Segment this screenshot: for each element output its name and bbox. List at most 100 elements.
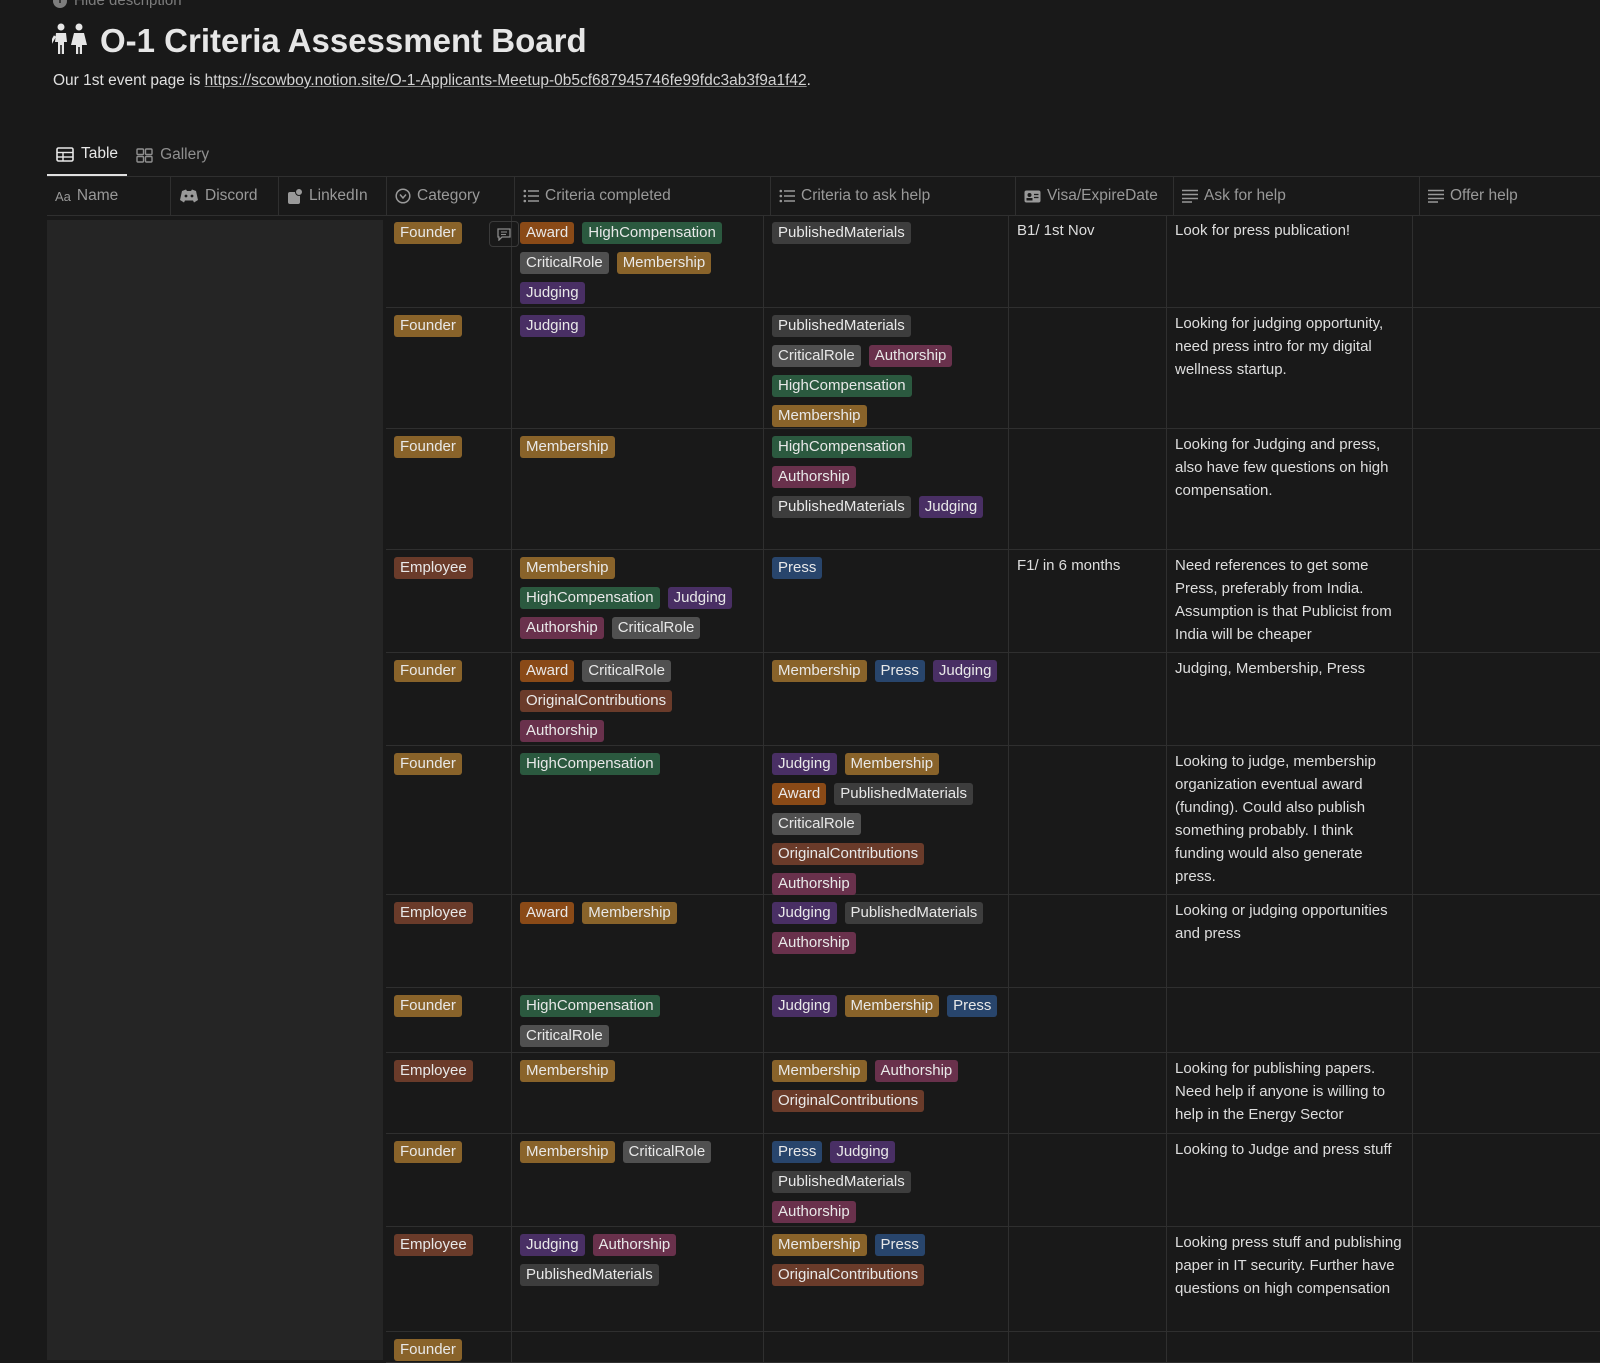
cell-ask-help[interactable]: Need references to get some Press, prefe…: [1167, 550, 1413, 652]
cell-completed[interactable]: Judging: [512, 308, 764, 428]
cell-completed[interactable]: HighCompensation: [512, 746, 764, 894]
cell-offer[interactable]: [1413, 1227, 1600, 1331]
cell-category[interactable]: Founder: [386, 746, 512, 894]
table-row[interactable]: Founder Membership HighCompensation Authors…: [386, 429, 1600, 550]
cell-ask-help[interactable]: [1167, 988, 1413, 1052]
cell-ask[interactable]: HighCompensation Authorship PublishedMater…: [764, 429, 1009, 549]
cell-completed[interactable]: HighCompensation CriticalRole: [512, 988, 764, 1052]
cell-ask[interactable]: Press: [764, 550, 1009, 652]
table-header: Aa Name Discord LinkedIn Category Criter…: [47, 176, 1600, 216]
table-row[interactable]: Founder Membership CriticalRole Press Judgin…: [386, 1134, 1600, 1227]
column-header-category[interactable]: Category: [387, 177, 515, 215]
cell-visa[interactable]: [1009, 653, 1167, 745]
cell-ask[interactable]: Membership Authorship OriginalContribution…: [764, 1053, 1009, 1133]
column-header-discord[interactable]: Discord: [171, 177, 279, 215]
cell-completed[interactable]: Membership HighCompensation Judging Authors…: [512, 550, 764, 652]
cell-completed[interactable]: Award Membership: [512, 895, 764, 987]
cell-ask[interactable]: Judging Membership Award PublishedMaterials…: [764, 746, 1009, 895]
cell-completed[interactable]: Award CriticalRole OriginalContributions Au…: [512, 653, 764, 745]
cell-visa[interactable]: F1/ in 6 months: [1009, 550, 1167, 652]
cell-offer[interactable]: [1413, 653, 1600, 745]
column-header-visa-expire-date[interactable]: Visa/ExpireDate: [1016, 177, 1174, 215]
column-header-linkedin[interactable]: LinkedIn: [279, 177, 387, 215]
cell-offer[interactable]: [1413, 1134, 1600, 1226]
cell-ask-help[interactable]: Looking for judging opportunity, need pr…: [1167, 308, 1413, 428]
cell-ask[interactable]: PublishedMaterials: [764, 215, 1009, 307]
cell-category[interactable]: Employee: [386, 895, 512, 987]
cell-visa[interactable]: [1009, 988, 1167, 1052]
hide-description-toggle[interactable]: i Hide description: [53, 0, 182, 9]
cell-offer[interactable]: [1413, 550, 1600, 652]
tag-membership: Membership: [772, 1234, 867, 1256]
cell-completed[interactable]: Membership: [512, 1053, 764, 1133]
cell-category[interactable]: Founder: [386, 988, 512, 1052]
cell-ask[interactable]: Membership Press Judging: [764, 653, 1009, 745]
cell-ask[interactable]: Press Judging PublishedMaterials Authorship: [764, 1134, 1009, 1226]
cell-offer[interactable]: [1413, 1053, 1600, 1133]
table-row[interactable]: Employee Award Membership Judging PublishedM…: [386, 895, 1600, 988]
cell-ask-help[interactable]: Looking to Judge and press stuff: [1167, 1134, 1413, 1226]
tab-gallery[interactable]: Gallery: [127, 137, 218, 176]
table-row[interactable]: Founder HighCompensation Judging Membership…: [386, 746, 1600, 895]
table-row[interactable]: Employee Judging Authorship PublishedMateri…: [386, 1227, 1600, 1332]
cell-ask-help[interactable]: Looking for publishing papers. Need help…: [1167, 1053, 1413, 1133]
cell-category[interactable]: Founder: [386, 1134, 512, 1226]
cell-completed[interactable]: [512, 1332, 764, 1362]
cell-completed[interactable]: Membership: [512, 429, 764, 549]
cell-offer[interactable]: [1413, 429, 1600, 549]
cell-completed[interactable]: Membership CriticalRole: [512, 1134, 764, 1226]
cell-category[interactable]: Founder: [386, 653, 512, 745]
table-row[interactable]: Founder Judging PublishedMaterials Critical…: [386, 308, 1600, 429]
cell-visa[interactable]: [1009, 895, 1167, 987]
cell-completed[interactable]: Award HighCompensation CriticalRole Members…: [512, 215, 764, 307]
cell-ask-help[interactable]: Looking or judging opportunities and pre…: [1167, 895, 1413, 987]
cell-ask-help[interactable]: Looking press stuff and publishing paper…: [1167, 1227, 1413, 1331]
column-header-ask-for-help[interactable]: Ask for help: [1174, 177, 1420, 215]
cell-visa[interactable]: [1009, 746, 1167, 894]
table-row[interactable]: Employee Membership HighCompensation Judgin…: [386, 550, 1600, 653]
cell-visa[interactable]: [1009, 1053, 1167, 1133]
cell-offer[interactable]: [1413, 988, 1600, 1052]
cell-visa[interactable]: [1009, 1332, 1167, 1362]
cell-category[interactable]: Employee: [386, 1227, 512, 1331]
column-header-criteria-completed[interactable]: Criteria completed: [515, 177, 771, 215]
cell-offer[interactable]: [1413, 1332, 1600, 1362]
column-header-criteria-to-ask-help[interactable]: Criteria to ask help: [771, 177, 1016, 215]
column-header-offer-help[interactable]: Offer help: [1420, 177, 1600, 215]
cell-ask-help[interactable]: Look for press publication!: [1167, 215, 1413, 307]
cell-category[interactable]: Founder: [386, 429, 512, 549]
cell-ask-help[interactable]: Judging, Membership, Press: [1167, 653, 1413, 745]
tag-publishedmaterials: PublishedMaterials: [772, 1171, 911, 1193]
cell-ask[interactable]: [764, 1332, 1009, 1362]
cell-ask[interactable]: PublishedMaterials CriticalRole Authorship…: [764, 308, 1009, 428]
cell-category[interactable]: Founder: [386, 1332, 512, 1362]
cell-category[interactable]: Founder: [386, 215, 519, 307]
cell-offer[interactable]: [1413, 746, 1600, 894]
cell-category[interactable]: Employee: [386, 550, 512, 652]
cell-visa[interactable]: [1009, 1227, 1167, 1331]
table-row[interactable]: Founder: [386, 1332, 1600, 1363]
cell-ask-help[interactable]: Looking for Judging and press, also have…: [1167, 429, 1413, 549]
cell-category[interactable]: Employee: [386, 1053, 512, 1133]
cell-ask[interactable]: Membership Press OriginalContributions: [764, 1227, 1009, 1331]
cell-offer[interactable]: [1413, 895, 1600, 987]
tab-table[interactable]: Table: [47, 137, 128, 176]
cell-ask[interactable]: Judging Membership Press: [764, 988, 1009, 1052]
cell-visa[interactable]: [1009, 429, 1167, 549]
cell-ask-help[interactable]: Looking to judge, membership organizatio…: [1167, 746, 1413, 894]
cell-ask[interactable]: Judging PublishedMaterials Authorship: [764, 895, 1009, 987]
event-page-link[interactable]: https://scowboy.notion.site/O-1-Applican…: [205, 72, 807, 89]
table-row[interactable]: Founder Award HighCompensation CriticalRole…: [386, 215, 1600, 308]
cell-offer[interactable]: [1413, 308, 1600, 428]
table-row[interactable]: Founder HighCompensation CriticalRole Judgi…: [386, 988, 1600, 1053]
cell-offer[interactable]: [1413, 215, 1600, 307]
table-row[interactable]: Founder Award CriticalRole OriginalContribu…: [386, 653, 1600, 746]
cell-category[interactable]: Founder: [386, 308, 512, 428]
column-header-name[interactable]: Aa Name: [47, 177, 171, 215]
cell-visa[interactable]: [1009, 1134, 1167, 1226]
table-row[interactable]: Employee Membership Membership Authorship Or…: [386, 1053, 1600, 1134]
cell-completed[interactable]: Judging Authorship PublishedMaterials: [512, 1227, 764, 1331]
cell-visa[interactable]: [1009, 308, 1167, 428]
cell-ask-help[interactable]: [1167, 1332, 1413, 1362]
cell-visa[interactable]: B1/ 1st Nov: [1009, 215, 1167, 307]
